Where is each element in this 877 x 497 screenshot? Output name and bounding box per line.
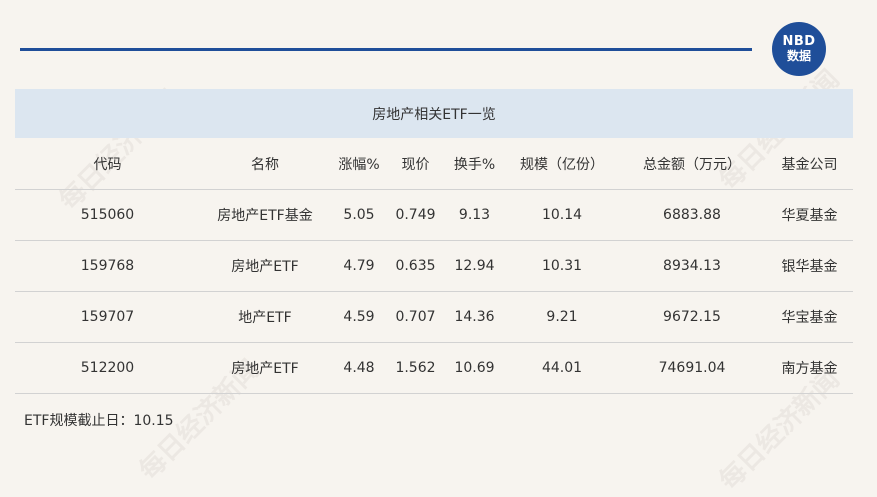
- table-row: 512200 房地产ETF 4.48 1.562 10.69 44.01 746…: [15, 342, 853, 394]
- etf-table: 代码 名称 涨幅% 现价 换手% 规模（亿份） 总金额（万元） 基金公司 515…: [15, 139, 853, 394]
- header-rule: [20, 48, 752, 51]
- cell-name: 房地产ETF: [200, 240, 330, 292]
- column-header-scale: 规模（亿份）: [506, 139, 618, 190]
- cell-company: 南方基金: [766, 342, 853, 394]
- cell-code: 512200: [15, 342, 200, 394]
- column-header-name: 名称: [200, 139, 330, 190]
- cell-scale: 44.01: [506, 342, 618, 394]
- cell-amount: 9672.15: [618, 291, 766, 343]
- cell-company: 银华基金: [766, 240, 853, 292]
- cell-turnover: 10.69: [443, 342, 506, 394]
- column-header-change: 涨幅%: [330, 139, 388, 190]
- cell-code: 159707: [15, 291, 200, 343]
- nbd-data-logo: NBD 数据: [772, 22, 826, 76]
- cell-company: 华夏基金: [766, 189, 853, 241]
- cell-name: 房地产ETF基金: [200, 189, 330, 241]
- table-row: 159707 地产ETF 4.59 0.707 14.36 9.21 9672.…: [15, 291, 853, 343]
- cell-amount: 8934.13: [618, 240, 766, 292]
- table-title: 房地产相关ETF一览: [15, 89, 853, 138]
- column-header-amount: 总金额（万元）: [618, 139, 766, 190]
- cell-price: 0.749: [388, 189, 443, 241]
- cell-price: 0.635: [388, 240, 443, 292]
- column-header-price: 现价: [388, 139, 443, 190]
- cell-name: 房地产ETF: [200, 342, 330, 394]
- cell-company: 华宝基金: [766, 291, 853, 343]
- table-row: 515060 房地产ETF基金 5.05 0.749 9.13 10.14 68…: [15, 189, 853, 241]
- cell-turnover: 14.36: [443, 291, 506, 343]
- cell-change: 4.79: [330, 240, 388, 292]
- logo-line-2: 数据: [786, 49, 811, 63]
- cell-amount: 6883.88: [618, 189, 766, 241]
- cell-price: 1.562: [388, 342, 443, 394]
- cell-scale: 10.31: [506, 240, 618, 292]
- cell-code: 515060: [15, 189, 200, 241]
- cell-price: 0.707: [388, 291, 443, 343]
- cell-change: 5.05: [330, 189, 388, 241]
- cell-amount: 74691.04: [618, 342, 766, 394]
- cell-turnover: 12.94: [443, 240, 506, 292]
- cell-code: 159768: [15, 240, 200, 292]
- cell-turnover: 9.13: [443, 189, 506, 241]
- cell-change: 4.59: [330, 291, 388, 343]
- header-row: 代码 名称 涨幅% 现价 换手% 规模（亿份） 总金额（万元） 基金公司: [15, 139, 853, 190]
- cell-scale: 10.14: [506, 189, 618, 241]
- cell-scale: 9.21: [506, 291, 618, 343]
- footnote: ETF规模截止日：10.15: [24, 413, 174, 429]
- table-row: 159768 房地产ETF 4.79 0.635 12.94 10.31 893…: [15, 240, 853, 292]
- column-header-code: 代码: [15, 139, 200, 190]
- cell-change: 4.48: [330, 342, 388, 394]
- cell-name: 地产ETF: [200, 291, 330, 343]
- logo-line-1: NBD: [782, 34, 816, 49]
- column-header-company: 基金公司: [766, 139, 853, 190]
- column-header-turnover: 换手%: [443, 139, 506, 190]
